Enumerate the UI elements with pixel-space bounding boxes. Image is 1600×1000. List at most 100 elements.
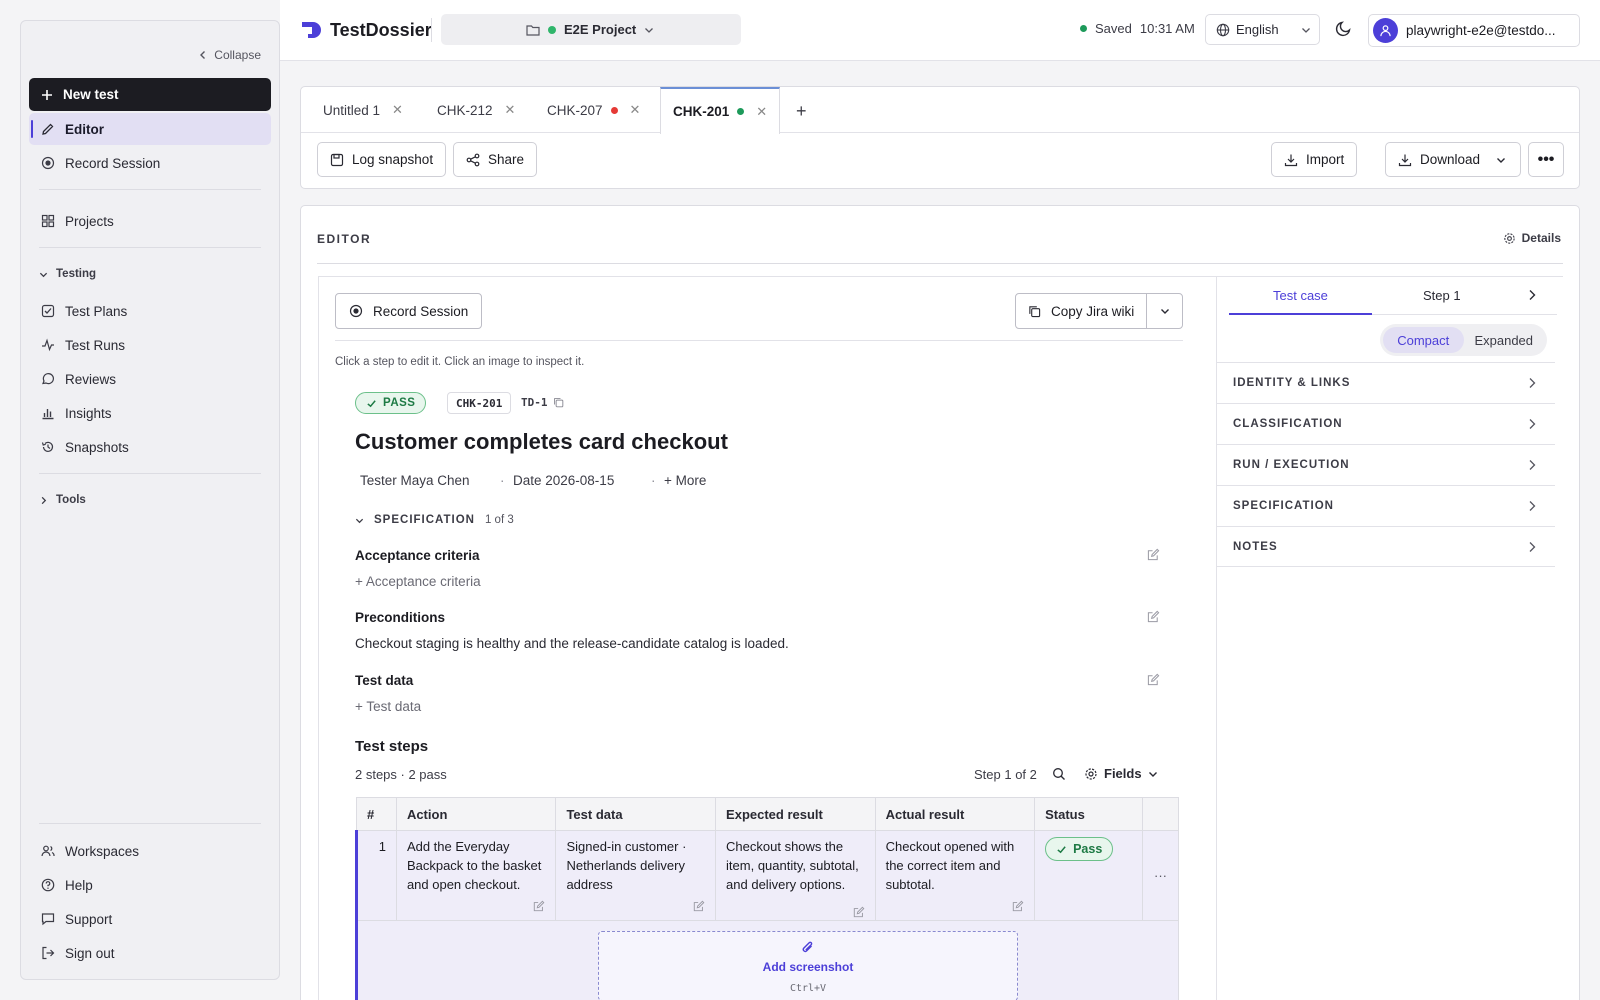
more-actions-button[interactable]: ••• — [1528, 142, 1564, 177]
sidebar-item-reviews[interactable]: Reviews — [29, 363, 271, 395]
sidebar-item-label: Reviews — [65, 371, 117, 387]
step-actual-cell[interactable]: Checkout opened with the correct item an… — [874, 830, 1036, 921]
more-fields-button[interactable]: + More — [664, 473, 706, 488]
screenshot-row: Add screenshot Ctrl+V — [355, 920, 1179, 1000]
close-icon[interactable]: ✕ — [392, 102, 403, 118]
edit-icon[interactable] — [693, 900, 705, 912]
sidebar-item-editor[interactable]: Editor — [29, 113, 271, 145]
sidebar-item-sign-out[interactable]: Sign out — [29, 937, 271, 969]
tools-section-toggle[interactable]: Tools — [39, 494, 86, 506]
step-status-badge[interactable]: Pass — [1045, 837, 1114, 861]
chevron-down-icon — [645, 27, 654, 33]
edit-icon[interactable] — [1012, 900, 1024, 912]
active-tab-indicator — [1229, 313, 1372, 315]
edit-icon[interactable] — [1147, 673, 1160, 686]
gear-icon — [1085, 767, 1097, 780]
log-out-icon — [42, 946, 55, 960]
tab-untitled-1[interactable]: Untitled 1 ✕ — [311, 87, 415, 133]
section-classification[interactable]: CLASSIFICATION — [1217, 403, 1555, 444]
expanded-option[interactable]: Expanded — [1464, 327, 1545, 353]
view-mode-toggle[interactable]: Compact Expanded — [1380, 324, 1547, 356]
app-logo[interactable]: TestDossier — [300, 19, 432, 41]
record-session-label: Record Session — [373, 303, 469, 319]
project-selector[interactable]: E2E Project — [441, 14, 741, 45]
step-expected-cell[interactable]: Checkout shows the item, quantity, subto… — [715, 830, 876, 921]
status-badge[interactable]: PASS — [355, 392, 427, 414]
sidebar-item-support[interactable]: Support — [29, 903, 271, 935]
copy-format-dropdown[interactable] — [1147, 306, 1182, 316]
step-action-cell[interactable]: Add the Everyday Backpack to the basket … — [395, 830, 557, 921]
import-button[interactable]: Import — [1271, 142, 1358, 177]
details-button[interactable]: Details — [1503, 231, 1561, 245]
step-expected: Checkout shows the item, quantity, subto… — [726, 839, 859, 892]
edit-icon[interactable] — [1147, 610, 1160, 623]
step-test-data-cell[interactable]: Signed-in customer · Netherlands deliver… — [555, 830, 717, 921]
divider — [39, 823, 261, 824]
sidebar-item-snapshots[interactable]: Snapshots — [29, 431, 271, 463]
add-test-data[interactable]: + Test data — [355, 699, 421, 714]
edit-icon[interactable] — [1147, 548, 1160, 561]
section-run-execution[interactable]: RUN / EXECUTION — [1217, 444, 1555, 485]
sidebar-item-test-plans[interactable]: Test Plans — [29, 295, 271, 327]
record-icon — [349, 304, 363, 318]
sidebar-item-workspaces[interactable]: Workspaces — [29, 835, 271, 867]
specification-toggle[interactable]: SPECIFICATION 1 of 3 — [355, 514, 514, 526]
tab-label: CHK-201 — [673, 104, 730, 119]
tab-test-case[interactable]: Test case — [1273, 288, 1328, 303]
close-icon[interactable]: ✕ — [505, 102, 516, 118]
tester-field[interactable]: Tester Maya Chen — [360, 473, 470, 488]
test-case-title[interactable]: Customer completes card checkout — [355, 429, 728, 455]
grid-icon — [41, 214, 55, 228]
theme-toggle[interactable] — [1335, 19, 1353, 37]
tab-chk-212[interactable]: CHK-212 ✕ — [425, 87, 527, 133]
compact-option[interactable]: Compact — [1383, 327, 1464, 353]
sidebar-item-projects[interactable]: Projects — [29, 205, 271, 237]
search-icon[interactable] — [1052, 767, 1066, 781]
sidebar-item-test-runs[interactable]: Test Runs — [29, 329, 271, 361]
close-icon[interactable]: ✕ — [756, 104, 767, 120]
add-screenshot-dropzone[interactable]: Add screenshot Ctrl+V — [598, 931, 1018, 1000]
section-identity-links[interactable]: IDENTITY & LINKS — [1217, 362, 1555, 403]
saved-time: 10:31 AM — [1139, 21, 1195, 36]
row-more-button[interactable]: ··· — [1141, 830, 1180, 921]
column-header: Actual result — [874, 797, 1036, 831]
add-tab-button[interactable]: + — [796, 101, 807, 122]
section-notes[interactable]: NOTES — [1217, 526, 1555, 567]
section-specification[interactable]: SPECIFICATION — [1217, 485, 1555, 526]
tab-chk-201[interactable]: CHK-201 ✕ — [660, 87, 781, 134]
tab-chk-207[interactable]: CHK-207 ✕ — [535, 87, 652, 133]
copy-jira-main[interactable]: Copy Jira wiki — [1016, 294, 1148, 328]
download-button[interactable]: Download — [1385, 142, 1521, 177]
share-button[interactable]: Share — [453, 142, 538, 177]
close-icon[interactable]: ✕ — [630, 102, 641, 118]
user-menu[interactable]: playwright-e2e@testdo... — [1368, 14, 1580, 47]
tab-step-1[interactable]: Step 1 — [1423, 288, 1461, 303]
table-row[interactable]: 1 Add the Everyday Backpack to the baske… — [355, 830, 1180, 921]
editor-heading: EDITOR — [317, 232, 372, 246]
new-test-button[interactable]: New test — [29, 78, 271, 111]
fields-button[interactable]: Fields — [1084, 766, 1158, 781]
edit-icon[interactable] — [533, 900, 545, 912]
collapse-button[interactable]: Collapse — [198, 48, 261, 62]
copy-icon[interactable] — [553, 397, 564, 408]
edit-icon[interactable] — [853, 906, 865, 918]
copy-jira-button[interactable]: Copy Jira wiki — [1015, 293, 1183, 329]
language-select[interactable]: English — [1205, 14, 1320, 45]
preconditions-value[interactable]: Checkout staging is healthy and the rele… — [355, 636, 789, 651]
activity-icon — [42, 338, 54, 352]
add-acceptance-criteria[interactable]: + Acceptance criteria — [355, 574, 481, 589]
date-field[interactable]: Date 2026-08-15 — [513, 473, 614, 488]
sidebar-item-record-session[interactable]: Record Session — [29, 147, 271, 179]
log-snapshot-button[interactable]: Log snapshot — [317, 142, 447, 177]
meta-separator: · — [651, 473, 656, 488]
moon-icon — [1335, 21, 1351, 37]
step-status-cell[interactable]: Pass — [1034, 830, 1143, 921]
chevron-right-icon — [1529, 460, 1536, 470]
testing-section-toggle[interactable]: Testing — [39, 268, 96, 280]
sidebar-item-help[interactable]: Help — [29, 869, 271, 901]
meta-separator: · — [500, 473, 505, 488]
next-tab-button[interactable] — [1527, 289, 1537, 301]
testing-heading: Testing — [56, 268, 97, 280]
sidebar-item-insights[interactable]: Insights — [29, 397, 271, 429]
record-session-button[interactable]: Record Session — [335, 293, 483, 329]
